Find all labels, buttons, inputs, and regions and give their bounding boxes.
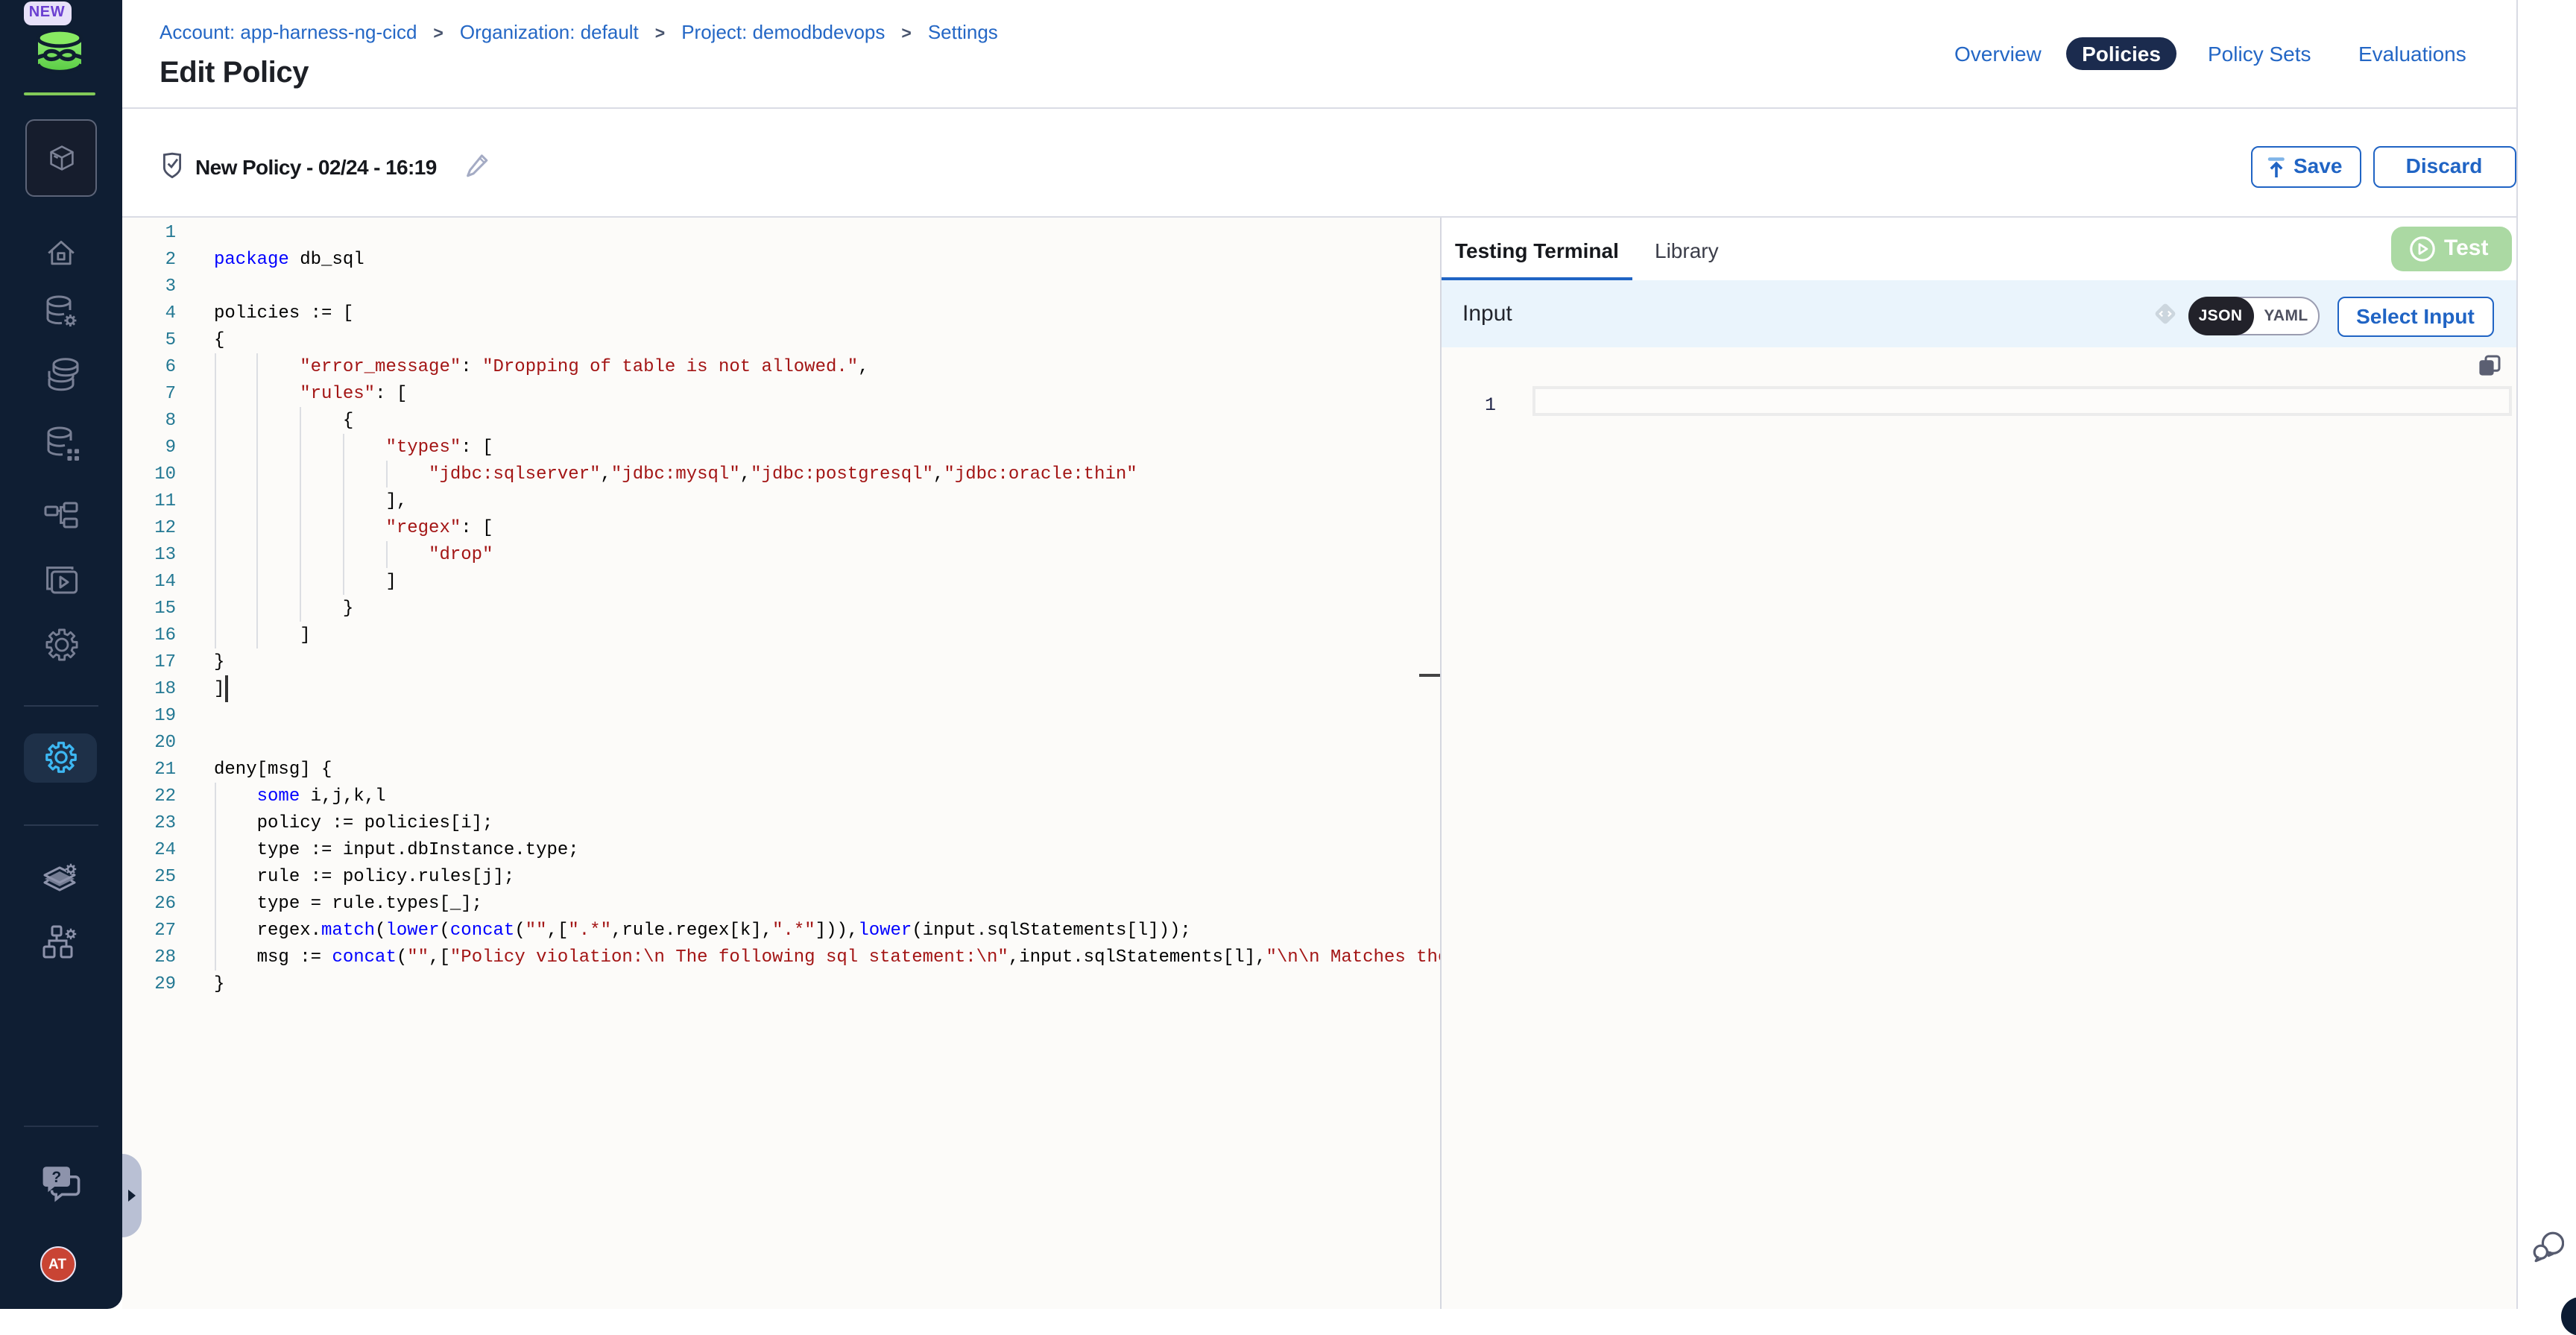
svg-text:?: ? <box>51 1169 61 1186</box>
